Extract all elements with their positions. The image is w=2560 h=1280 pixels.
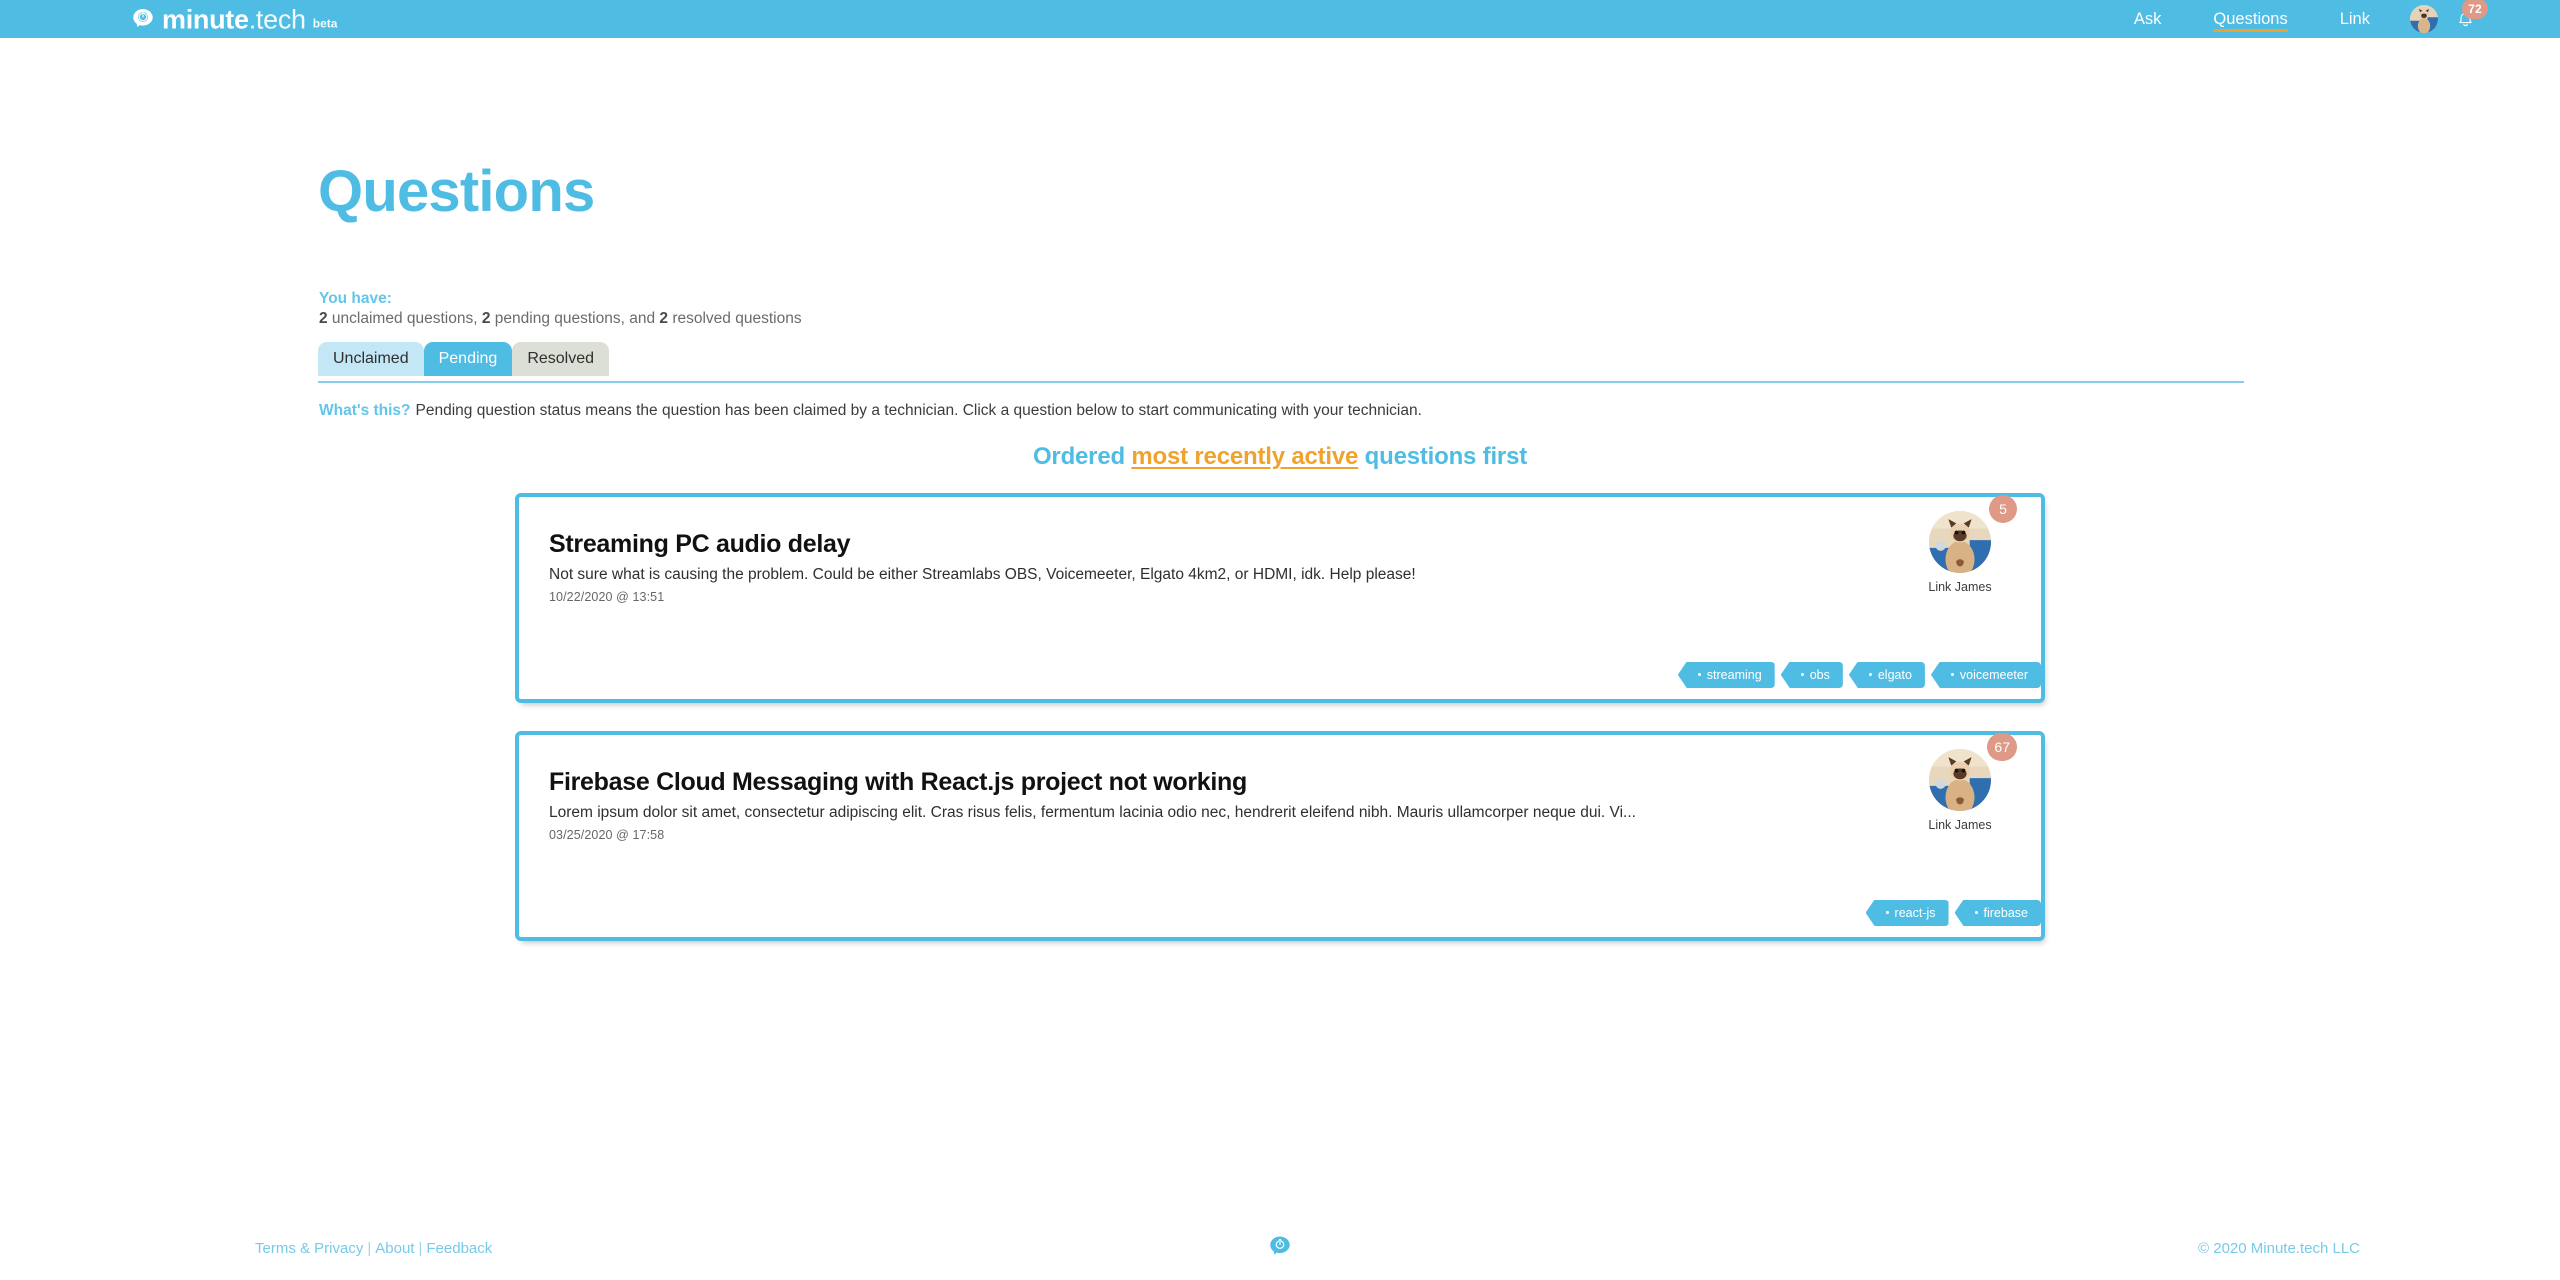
avatar[interactable] <box>2410 5 2438 33</box>
unclaimed-count: 2 <box>319 310 328 327</box>
tag-label: voicemeeter <box>1959 667 2028 682</box>
unread-count-badge: 5 <box>1989 495 2017 523</box>
tag-chip[interactable]: obs <box>1780 661 1843 688</box>
nav-item-link[interactable]: Link <box>2314 0 2396 38</box>
question-card[interactable]: Firebase Cloud Messaging with React.js p… <box>515 731 2045 941</box>
main-navigation: Ask Questions Link 72 <box>2108 0 2488 38</box>
tag-bullet-icon <box>1974 911 1978 915</box>
tag-chip[interactable]: voicemeeter <box>1930 661 2041 688</box>
sort-order-link[interactable]: most recently active <box>1131 443 1358 470</box>
tag-label: elgato <box>1877 667 1912 682</box>
question-description: Not sure what is causing the problem. Co… <box>549 565 1416 583</box>
tab-resolved[interactable]: Resolved <box>512 342 610 376</box>
tag-bullet-icon <box>1800 673 1804 677</box>
footer-separator: | <box>418 1240 423 1257</box>
footer-links: Terms & Privacy | About | Feedback <box>255 1240 492 1257</box>
question-title: Streaming PC audio delay <box>549 530 851 558</box>
tag-label: obs <box>1809 667 1830 682</box>
avatar[interactable] <box>1929 511 1991 573</box>
unread-count-badge: 67 <box>1987 733 2017 761</box>
tag-bullet-icon <box>1697 673 1701 677</box>
sort-order-prefix: Ordered <box>1032 443 1132 470</box>
copyright-text: © 2020 Minute.tech LLC <box>2198 1240 2360 1257</box>
nav-item-ask[interactable]: Ask <box>2108 0 2188 38</box>
question-description: Lorem ipsum dolor sit amet, consectetur … <box>549 803 1636 821</box>
whats-this-description: Pending question status means the questi… <box>415 402 1422 419</box>
brand-name-light: .tech <box>248 4 306 35</box>
tag-label: react-js <box>1894 905 1936 920</box>
question-author: Link James 67 <box>1915 733 2017 832</box>
tab-pending[interactable]: Pending <box>423 342 513 376</box>
tag-chip[interactable]: firebase <box>1954 899 2041 926</box>
question-author: Link James 5 <box>1915 495 2017 594</box>
resolved-stat-text: resolved questions <box>668 310 802 327</box>
question-card-body: Firebase Cloud Messaging with React.js p… <box>519 735 2041 842</box>
footer-link-feedback[interactable]: Feedback <box>426 1240 492 1257</box>
tag-label: streaming <box>1706 667 1762 682</box>
beta-badge: beta <box>312 16 338 31</box>
brand-logo[interactable]: minute.tech beta <box>130 4 338 35</box>
brain-stopwatch-icon[interactable] <box>1267 1234 1293 1260</box>
resolved-count: 2 <box>659 310 669 327</box>
question-card-body: Streaming PC audio delay Not sure what i… <box>519 497 2041 604</box>
question-title: Firebase Cloud Messaging with React.js p… <box>549 768 1247 796</box>
tag-bullet-icon <box>1950 673 1954 677</box>
pending-stat-text: pending questions, and <box>490 310 660 327</box>
you-have-label: You have: <box>319 290 392 307</box>
tag-label: firebase <box>1983 905 2028 920</box>
avatar[interactable] <box>1929 749 1991 811</box>
page-footer: Terms & Privacy | About | Feedback © 2020 Mi… <box>0 1222 2560 1280</box>
whats-this-label[interactable]: What's this? <box>319 402 411 419</box>
footer-link-terms[interactable]: Terms & Privacy <box>255 1240 363 1257</box>
question-tags: streaming obs elgato voicemeeter <box>1677 661 2041 688</box>
page-title: Questions <box>318 159 595 224</box>
tab-unclaimed[interactable]: Unclaimed <box>318 342 424 376</box>
question-list: Streaming PC audio delay Not sure what i… <box>0 493 2560 969</box>
sort-order-heading: Ordered most recently active questions f… <box>0 443 2560 471</box>
question-tags: react-js firebase <box>1865 899 2041 926</box>
tag-bullet-icon <box>1868 673 1872 677</box>
tag-chip[interactable]: react-js <box>1865 899 1949 926</box>
nav-item-questions[interactable]: Questions <box>2187 0 2313 38</box>
tag-chip[interactable]: elgato <box>1848 661 1925 688</box>
top-navigation-bar: minute.tech beta Ask Questions Link 72 <box>0 0 2560 38</box>
whats-this-help-text: What's this? Pending question status mean… <box>319 402 1422 420</box>
brain-stopwatch-icon <box>130 7 156 33</box>
status-tabs: Unclaimed Pending Resolved <box>318 342 610 376</box>
footer-separator: | <box>367 1240 372 1257</box>
tab-divider <box>318 381 2244 383</box>
sort-order-suffix: questions first <box>1358 443 1528 470</box>
unclaimed-stat-text: unclaimed questions, <box>327 310 482 327</box>
notification-count-badge: 72 <box>2462 0 2488 19</box>
tag-bullet-icon <box>1885 911 1889 915</box>
question-author-name: Link James <box>1928 818 1992 832</box>
question-date: 03/25/2020 @ 17:58 <box>549 827 665 842</box>
question-stats-line: 2 unclaimed questions, 2 pending questio… <box>319 310 802 328</box>
brand-name: minute.tech <box>162 4 306 35</box>
footer-link-about[interactable]: About <box>375 1240 414 1257</box>
notifications-button[interactable]: 72 <box>2448 0 2488 38</box>
question-author-name: Link James <box>1928 580 1992 594</box>
question-date: 10/22/2020 @ 13:51 <box>549 589 665 604</box>
tag-chip[interactable]: streaming <box>1677 661 1775 688</box>
question-card[interactable]: Streaming PC audio delay Not sure what i… <box>515 493 2045 703</box>
brand-name-bold: minute <box>162 4 249 35</box>
